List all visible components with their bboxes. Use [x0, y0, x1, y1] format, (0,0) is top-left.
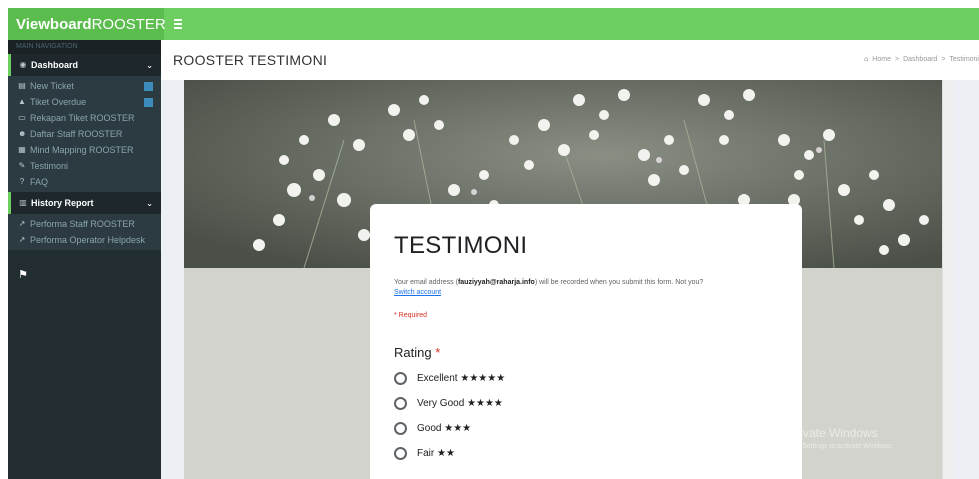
content-area: TESTIMONI Your email address (fauziyyah@…: [161, 80, 979, 479]
question-icon: ?: [19, 177, 25, 186]
radio-button[interactable]: [394, 372, 407, 385]
sidebar-item-performa-operator[interactable]: ↗ Performa Operator Helpdesk: [8, 232, 161, 248]
switch-account-link[interactable]: Switch account: [394, 289, 441, 296]
form-title: TESTIMONI: [394, 232, 528, 259]
breadcrumb-separator: >: [894, 56, 900, 63]
brand-logo[interactable]: Viewboard ROOSTER: [8, 8, 166, 40]
line-chart-icon: ↗: [18, 235, 26, 244]
radio-button[interactable]: [394, 397, 407, 410]
flag-icon[interactable]: ⚑: [18, 268, 161, 281]
sidebar-item-label: Mind Mapping ROOSTER: [30, 145, 134, 155]
question-label: Rating *: [394, 345, 778, 360]
required-note: * Required: [394, 312, 428, 319]
breadcrumb-dashboard[interactable]: Dashboard: [903, 56, 937, 63]
breadcrumb-separator: >: [941, 56, 946, 63]
sidebar-group-history[interactable]: ▥ History Report ⌄: [8, 192, 161, 214]
email-prefix: Your email address (: [394, 279, 458, 286]
sidebar-header: MAIN NAVIGATION: [8, 40, 161, 54]
required-star: *: [435, 345, 441, 360]
chart-icon: ▥: [19, 198, 27, 207]
sidebar-item-label: Rekapan Tiket ROOSTER: [30, 113, 135, 123]
warning-icon: ▲: [18, 97, 26, 106]
sidebar: MAIN NAVIGATION ◉ Dashboard ⌄ ▤ New Ticket…: [8, 40, 161, 479]
count-badge: [144, 81, 153, 91]
watermark-subtitle: Go to Settings to activate Windows.: [783, 443, 894, 450]
sidebar-item-daftar-staff[interactable]: ☻ Daftar Staff ROOSTER: [8, 126, 161, 142]
radio-option-excellent[interactable]: Excellent ★★★★★: [394, 372, 778, 385]
dashboard-icon: ◉: [19, 60, 27, 69]
line-chart-icon: ↗: [18, 219, 26, 228]
breadcrumb: ⌂ Home > Dashboard > Testimoni: [864, 56, 979, 63]
sidebar-item-faq[interactable]: ? FAQ: [8, 174, 161, 190]
sidebar-item-label: Performa Operator Helpdesk: [30, 235, 146, 245]
sidebar-item-label: Tiket Overdue: [30, 97, 87, 107]
sidebar-item-label: Daftar Staff ROOSTER: [30, 129, 123, 139]
content-header: ROOSTER TESTIMONI ⌂ Home > Dashboard > T…: [161, 40, 979, 80]
top-navbar: Viewboard ROOSTER: [8, 8, 979, 40]
option-label: Good ★★★: [417, 423, 472, 434]
sidebar-group-label: History Report: [31, 198, 94, 208]
sidebar-item-label: Testimoni: [30, 161, 69, 171]
scrollbar[interactable]: [942, 80, 954, 479]
sidebar-item-label: New Ticket: [30, 81, 75, 91]
folder-icon: ▭: [18, 113, 26, 122]
sidebar-item-rekapan-tiket[interactable]: ▭ Rekapan Tiket ROOSTER: [8, 110, 161, 126]
sidebar-submenu-dashboard: ▤ New Ticket ▲ Tiket Overdue ▭ Rekapan Tike…: [8, 76, 161, 192]
sidebar-group-label: Dashboard: [31, 60, 79, 70]
ticket-icon: ▤: [18, 81, 26, 90]
count-badge: [144, 97, 153, 107]
radio-button[interactable]: [394, 422, 407, 435]
sidebar-item-performa-staff[interactable]: ↗ Performa Staff ROOSTER: [8, 216, 161, 232]
chevron-down-icon: ⌄: [146, 60, 153, 70]
home-icon: ⌂: [864, 56, 869, 63]
form-card: TESTIMONI Your email address (fauziyyah@…: [370, 204, 802, 479]
breadcrumb-home[interactable]: Home: [872, 56, 891, 63]
app-window: Viewboard ROOSTER MAIN NAVIGATION ◉ Dashbo…: [0, 0, 979, 479]
radio-option-fair[interactable]: Fair ★★: [394, 447, 778, 460]
option-label: Very Good ★★★★: [417, 398, 503, 409]
radio-button[interactable]: [394, 447, 407, 460]
sidebar-item-mind-mapping[interactable]: ▦ Mind Mapping ROOSTER: [8, 142, 161, 158]
sitemap-icon: ▦: [18, 145, 26, 154]
activate-windows-watermark: Activate Windows Go to Settings to activ…: [783, 426, 894, 450]
sidebar-submenu-history: ↗ Performa Staff ROOSTER ↗ Performa Operat…: [8, 214, 161, 250]
question-text: Rating: [394, 345, 432, 360]
option-label: Excellent ★★★★★: [417, 373, 506, 384]
sidebar-item-testimoni[interactable]: ✎ Testimoni: [8, 158, 161, 174]
radio-option-good[interactable]: Good ★★★: [394, 422, 778, 435]
sidebar-item-new-ticket[interactable]: ▤ New Ticket: [8, 78, 161, 94]
watermark-title: Activate Windows: [783, 426, 878, 440]
hamburger-icon[interactable]: [174, 17, 188, 31]
sidebar-item-label: Performa Staff ROOSTER: [30, 219, 135, 229]
users-icon: ☻: [18, 129, 27, 138]
edit-icon: ✎: [18, 161, 26, 170]
sidebar-group-dashboard[interactable]: ◉ Dashboard ⌄: [8, 54, 161, 76]
radio-option-very-good[interactable]: Very Good ★★★★: [394, 397, 778, 410]
breadcrumb-current: Testimoni: [949, 56, 979, 63]
option-label: Fair ★★: [417, 448, 455, 459]
chevron-down-icon: ⌄: [146, 198, 153, 208]
brand-bold-text: Viewboard: [16, 15, 92, 33]
email-suffix: ) will be recorded when you submit this …: [534, 279, 704, 286]
page-title: ROOSTER TESTIMONI: [173, 52, 328, 68]
sidebar-item-tiket-overdue[interactable]: ▲ Tiket Overdue: [8, 94, 161, 110]
email-address: fauziyyah@raharja.info: [457, 279, 535, 286]
sidebar-item-label: FAQ: [30, 177, 49, 187]
email-notice: Your email address (fauziyyah@raharja.in…: [394, 278, 794, 298]
embedded-form-frame: TESTIMONI Your email address (fauziyyah@…: [184, 80, 942, 479]
brand-light-text: ROOSTER: [91, 15, 166, 33]
